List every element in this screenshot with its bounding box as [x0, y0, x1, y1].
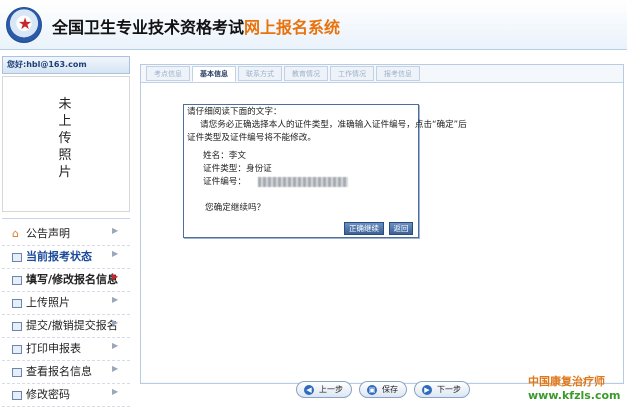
menu-label: 提交/撤销提交报名 — [26, 319, 118, 332]
prev-step-label: 上一步 — [319, 385, 343, 394]
logo-emblem: ★ — [6, 7, 42, 43]
app-header: ★ 全国卫生专业技术资格考试网上报名系统 — [0, 0, 627, 50]
arrow-right-icon: ▶ — [112, 364, 119, 373]
dialog-line-3: 证件类型及证件编号将不能修改。 — [187, 133, 316, 143]
doc-icon — [12, 276, 22, 285]
arrow-right-icon: ▶ — [112, 387, 119, 396]
arrow-right-icon: ▶ — [112, 249, 119, 258]
prev-step-button[interactable]: ◀ 上一步 — [296, 381, 352, 398]
menu-label: 填写/修改报名信息 — [26, 273, 119, 286]
menu-item-change-password[interactable]: 修改密码 ▶ — [2, 384, 130, 407]
menu-label: 查看报名信息 — [26, 365, 92, 378]
title-highlight: 网上报名系统 — [244, 18, 341, 37]
menu-item-status[interactable]: 当前报考状态 ▶ — [2, 246, 130, 269]
sidebar-menu: ⌂ 公告声明 ▶ 当前报考状态 ▶ 填写/修改报名信息 ▶ 上传照片 ▶ 提交/… — [2, 218, 130, 408]
home-icon: ⌂ — [12, 227, 19, 240]
dialog-name: 姓名：李文 — [203, 151, 246, 161]
arrow-right-icon: ▶ — [112, 318, 119, 327]
back-button[interactable]: 返回 — [389, 222, 413, 235]
tab-education[interactable]: 教育情况 — [284, 66, 328, 81]
arrow-right-icon: ▶ — [112, 226, 119, 235]
dialog-line-2: 请您务必正确选择本人的证件类型，准确输入证件编号，点击“确定”后 — [200, 120, 467, 130]
next-step-button[interactable]: ▶ 下一步 — [414, 381, 470, 398]
menu-item-fill-info[interactable]: 填写/修改报名信息 ▶ — [2, 269, 130, 292]
menu-label: 公告声明 — [26, 227, 70, 240]
id-number-value-redacted — [258, 177, 348, 187]
arrow-right-icon: ▶ — [112, 341, 119, 350]
arrow-right-icon: ▶ — [112, 272, 119, 281]
menu-item-submit[interactable]: 提交/撤销提交报名 ▶ — [2, 315, 130, 338]
arrow-left-icon: ◀ — [304, 385, 314, 395]
save-icon: ▣ — [367, 385, 377, 395]
next-step-label: 下一步 — [437, 385, 461, 394]
arrow-right-icon: ▶ — [422, 385, 432, 395]
save-label: 保存 — [382, 385, 398, 394]
doc-icon — [12, 368, 22, 377]
doc-icon — [12, 391, 22, 400]
watermark-title: 中国康复治疗师 — [528, 375, 605, 388]
menu-item-announcement[interactable]: ⌂ 公告声明 ▶ — [2, 223, 130, 246]
doc-icon — [12, 345, 22, 354]
menu-item-view-info[interactable]: 查看报名信息 ▶ — [2, 361, 130, 384]
tab-contact[interactable]: 联系方式 — [238, 66, 282, 81]
tab-bar: 考点信息 基本信息 联系方式 教育情况 工作情况 报考信息 — [146, 66, 426, 82]
dialog-line-1: 请仔细阅读下面的文字： — [187, 107, 282, 117]
confirm-button[interactable]: 正确继续 — [344, 222, 384, 235]
watermark-url: www.kfzls.com — [528, 389, 621, 402]
tab-basic-info[interactable]: 基本信息 — [192, 66, 236, 82]
menu-label: 上传照片 — [26, 296, 70, 309]
menu-label: 当前报考状态 — [26, 250, 92, 263]
star-icon: ★ — [17, 14, 33, 33]
tab-registration[interactable]: 报考信息 — [376, 66, 420, 81]
user-greeting: 您好:hbl@163.com — [2, 56, 130, 74]
dialog-question: 您确定继续吗？ — [205, 203, 266, 213]
doc-icon — [12, 253, 22, 262]
doc-icon — [12, 322, 22, 331]
tab-work[interactable]: 工作情况 — [330, 66, 374, 81]
dialog-id-type: 证件类型：身份证 — [203, 164, 272, 174]
doc-icon — [12, 299, 22, 308]
menu-label: 打印申报表 — [26, 342, 81, 355]
photo-placeholder: 未上传照片 — [58, 97, 72, 180]
tab-exam-site[interactable]: 考点信息 — [146, 66, 190, 81]
arrow-right-icon: ▶ — [112, 295, 119, 304]
app-title: 全国卫生专业技术资格考试网上报名系统 — [52, 14, 340, 38]
save-button[interactable]: ▣ 保存 — [359, 381, 407, 398]
dialog-id-number-label: 证件编号： — [203, 177, 246, 187]
menu-item-print[interactable]: 打印申报表 ▶ — [2, 338, 130, 361]
menu-item-upload-photo[interactable]: 上传照片 ▶ — [2, 292, 130, 315]
menu-label: 修改密码 — [26, 388, 70, 401]
title-main: 全国卫生专业技术资格考试 — [52, 18, 245, 37]
